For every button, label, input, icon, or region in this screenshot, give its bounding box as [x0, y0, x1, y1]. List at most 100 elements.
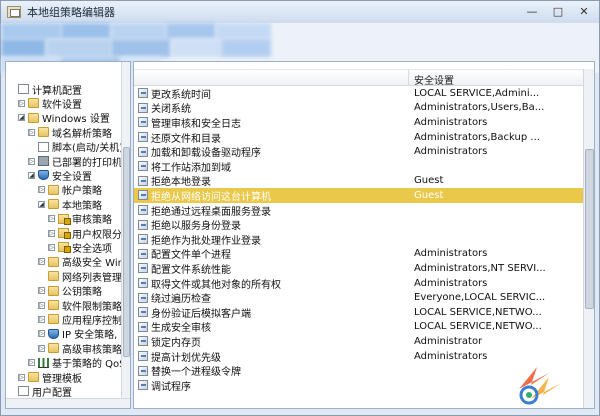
table-row[interactable]: 拒绝本地登录 Guest: [134, 174, 584, 188]
security-setting-value: Everyone,LOCAL SERVIC...: [414, 292, 546, 304]
tree-vertical-scrollbar[interactable]: [121, 62, 130, 408]
expand-arrow-icon[interactable]: ▷: [18, 99, 25, 107]
tree-item[interactable]: ▷ 应用程序控制: [38, 312, 122, 327]
expand-arrow-icon[interactable]: ▷: [48, 229, 55, 237]
policy-item-icon: [138, 205, 148, 216]
maximize-button[interactable]: □: [547, 3, 569, 19]
policy-name: 调试程序: [151, 381, 191, 393]
expand-arrow-icon: [38, 273, 45, 280]
tree-item-label: 高级安全 Win: [62, 258, 124, 270]
policy-name-cell: 关闭系统: [138, 100, 191, 115]
table-row[interactable]: 将工作站添加到域: [134, 159, 584, 174]
expand-arrow-icon[interactable]: ▷: [28, 128, 35, 136]
expand-arrow-icon[interactable]: ▷: [38, 330, 45, 338]
policy-name: 生成安全审核: [151, 323, 211, 335]
policy-list-pane[interactable]: 安全设置 更改系统时间 LOCAL SERVICE,Admini... 关闭系统 Ad…: [133, 61, 595, 409]
close-button[interactable]: ✕: [573, 3, 595, 19]
table-row-selected[interactable]: 拒绝从网络访问这台计算机 Guest: [134, 188, 584, 203]
policy-name: 拒绝从网络访问这台计算机: [151, 191, 271, 203]
security-setting-value: Administrators: [414, 350, 488, 362]
table-row[interactable]: 生成安全审核 LOCAL SERVICE,NETWO...: [134, 320, 584, 335]
policy-name: 取得文件或其他对象的所有权: [151, 279, 281, 291]
tree-item[interactable]: ▷ 高级审核策略: [38, 341, 122, 356]
tree-item[interactable]: ▷ 域名解析策略: [28, 125, 112, 140]
table-row[interactable]: 配置文件系统性能 Administrators,NT SERVI...: [134, 261, 584, 276]
table-row[interactable]: 拒绝通过远程桌面服务登录: [134, 203, 584, 218]
column-header-policy[interactable]: [134, 70, 409, 86]
tree-item[interactable]: ▷ 管理模板: [18, 370, 82, 385]
list-vertical-scrollbar[interactable]: [583, 69, 594, 408]
table-row[interactable]: 身份验证后模拟客户端 LOCAL SERVICE,NETWO...: [134, 305, 584, 320]
table-row[interactable]: 拒绝以服务身份登录: [134, 217, 584, 232]
list-scroll-thumb[interactable]: [585, 149, 594, 309]
table-row[interactable]: 锁定内存页 Administrator: [134, 334, 584, 349]
policy-name: 拒绝以服务身份登录: [151, 221, 241, 233]
security-setting-value: Administrators,Users,Ba...: [414, 102, 545, 114]
tree-item[interactable]: ▷ IP 安全策略,: [38, 327, 117, 341]
tree-item[interactable]: ▷ 软件限制策略: [38, 298, 122, 313]
table-row[interactable]: 关闭系统 Administrators,Users,Ba...: [134, 100, 584, 115]
tree-item[interactable]: 网络列表管理: [38, 269, 122, 284]
folder-icon: [48, 343, 59, 354]
tree-item[interactable]: ▷ 软件设置: [18, 96, 82, 111]
tree-item[interactable]: ◢ Windows 设置: [18, 111, 110, 125]
tree-item[interactable]: 用户配置: [8, 384, 72, 399]
expand-arrow-icon[interactable]: ▷: [18, 373, 25, 381]
tree-item[interactable]: ▷ 高级安全 Win: [38, 255, 124, 269]
table-row[interactable]: 管理审核和安全日志 Administrators: [134, 115, 584, 130]
policy-item-icon: [138, 117, 148, 128]
watermark-logo-icon: [519, 367, 561, 405]
tree-scroll-thumb[interactable]: [123, 147, 130, 357]
tree-item[interactable]: ▷ 安全选项: [48, 240, 112, 255]
table-row[interactable]: 绕过遍历检查 Everyone,LOCAL SERVIC...: [134, 290, 584, 305]
collapse-arrow-icon[interactable]: ◢: [28, 171, 35, 179]
expand-arrow-icon[interactable]: ▷: [38, 287, 45, 295]
tree-item[interactable]: ◢ 安全设置: [28, 168, 92, 183]
security-setting-value: Administrators: [414, 116, 488, 128]
table-row[interactable]: 更改系统时间 LOCAL SERVICE,Admini...: [134, 86, 584, 101]
folder-icon: [48, 271, 59, 282]
expand-arrow-icon[interactable]: ▷: [48, 215, 55, 223]
table-row[interactable]: 加载和卸载设备驱动程序 Administrators: [134, 144, 584, 159]
expand-arrow-icon[interactable]: ▷: [38, 186, 45, 194]
expand-arrow-icon[interactable]: ▷: [28, 157, 35, 165]
collapse-arrow-icon[interactable]: ◢: [18, 114, 25, 122]
printer-icon: [38, 156, 49, 166]
expand-arrow-icon[interactable]: ▷: [38, 301, 45, 309]
policy-item-icon: [138, 321, 148, 332]
expand-arrow-icon[interactable]: ▷: [28, 359, 35, 367]
policy-name-cell: 还原文件和目录: [138, 130, 221, 145]
tree-item[interactable]: ▷ 审核策略: [48, 212, 112, 226]
expand-arrow-icon[interactable]: ▷: [38, 258, 45, 266]
table-row[interactable]: 还原文件和目录 Administrators,Backup ...: [134, 130, 584, 145]
tree-item[interactable]: ▷ 已部署的打印机: [28, 154, 122, 169]
policy-name: 关闭系统: [151, 104, 191, 116]
expand-arrow-icon[interactable]: ▷: [38, 344, 45, 352]
tree-item[interactable]: 计算机配置: [8, 82, 82, 97]
tree-item[interactable]: ▷ 基于策略的 QoS: [28, 356, 126, 370]
table-row[interactable]: 取得文件或其他对象的所有权 Administrators: [134, 276, 584, 291]
minimize-button[interactable]: —: [521, 3, 543, 19]
expand-arrow-icon[interactable]: ▷: [38, 315, 45, 323]
collapse-arrow-icon[interactable]: ◢: [38, 200, 45, 208]
tree-item-label: 已部署的打印机: [52, 157, 122, 169]
column-header-security-setting[interactable]: 安全设置: [414, 72, 454, 87]
tree-item-label: Windows 设置: [42, 114, 110, 126]
tree-horizontal-scrollbar[interactable]: [6, 398, 130, 408]
table-row[interactable]: 配置文件单个进程 Administrators: [134, 247, 584, 261]
expand-arrow-icon[interactable]: ▷: [48, 243, 55, 251]
tree-item[interactable]: ◢ 本地策略: [38, 197, 102, 212]
tree-item[interactable]: ▷ 公钥策略: [38, 284, 102, 298]
chart-icon: [38, 357, 49, 368]
tree-item-label: 高级审核策略: [62, 344, 122, 356]
policy-name: 提高计划优先级: [151, 352, 221, 364]
tree-item[interactable]: 脚本(启动/关机): [28, 140, 123, 154]
tree-item[interactable]: ▷ 帐户策略: [38, 183, 102, 197]
table-row[interactable]: 拒绝作为批处理作业登录: [134, 232, 584, 247]
tree-pane[interactable]: 计算机配置 ▷ 软件设置 ◢ Windows 设置 ▷ 域名解析策略 脚本(启动/关机) ▷ 已部…: [5, 61, 131, 409]
title-bar[interactable]: 本地组策略编辑器 — □ ✕: [1, 1, 599, 23]
tree-item[interactable]: ▷ 用户权限分: [48, 226, 122, 241]
folder-icon: [38, 127, 49, 138]
tree-item-label: 用户权限分: [72, 229, 122, 241]
policy-name-cell: 拒绝从网络访问这台计算机: [138, 188, 271, 203]
